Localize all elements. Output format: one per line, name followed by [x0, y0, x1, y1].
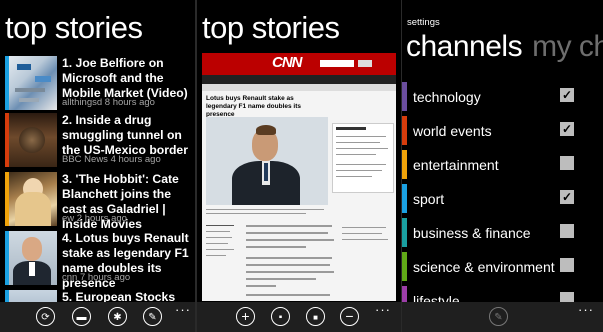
site-logo: CNN	[272, 54, 302, 71]
channel-checkbox[interactable]	[560, 156, 574, 170]
app-bar: ⟳ ▬ ✱ ✎ ···	[0, 302, 195, 332]
related-box	[332, 123, 394, 193]
pivot-my-channels[interactable]: my ch	[532, 30, 603, 63]
channel-label: technology	[413, 89, 481, 105]
article-sidebar-links	[206, 225, 240, 295]
channel-checkbox[interactable]: ✓	[560, 122, 574, 136]
story-accent	[5, 231, 9, 285]
story-item[interactable]: 2. Inside a drug smuggling tunnel on the…	[5, 113, 195, 169]
refresh-icon[interactable]: ⟳	[36, 307, 55, 326]
channel-label: sport	[413, 191, 445, 207]
story-item[interactable]: 1. Joe Belfiore on Microsoft and the Mob…	[5, 56, 195, 112]
channel-row[interactable]: science & environment	[402, 252, 603, 286]
folder-icon[interactable]: ▬	[72, 307, 91, 326]
top-stories-panel: top stories 1. Joe Belfiore on Microsoft…	[0, 0, 195, 332]
channel-label: business & finance	[413, 225, 531, 241]
app-bar: ✎ ···	[402, 302, 603, 332]
settings-panel: settings channels my ch technology ✓ worl…	[402, 0, 603, 332]
story-item[interactable]: 4. Lotus buys Renault stake as legendary…	[5, 231, 195, 290]
article-body	[246, 223, 336, 301]
pivot-header: channels my ch	[406, 32, 603, 62]
stop-icon[interactable]: ■	[306, 307, 325, 326]
story-item[interactable]: 3. 'The Hobbit': Cate Blanchett joins th…	[5, 172, 195, 231]
article-headline: Lotus buys Renault stake as legendary F1…	[206, 95, 301, 118]
zoom-in-icon[interactable]: +	[236, 307, 255, 326]
story-thumbnail	[5, 113, 57, 167]
channel-row[interactable]: business & finance	[402, 218, 603, 252]
channel-label: science & environment	[413, 259, 555, 275]
channel-checkbox[interactable]	[560, 224, 574, 238]
story-headline: 1. Joe Belfiore on Microsoft and the Mob…	[62, 56, 188, 100]
article-photo	[206, 117, 328, 205]
channel-color	[402, 116, 407, 145]
channel-color	[402, 150, 407, 179]
site-subnav	[202, 84, 396, 91]
channel-color	[402, 218, 407, 247]
ad-area	[342, 227, 392, 267]
story-source: ew 2 hours ago	[62, 213, 127, 224]
channel-row[interactable]: technology ✓	[402, 82, 603, 116]
settings-label: settings	[407, 17, 440, 28]
story-thumbnail	[5, 56, 57, 110]
story-headline: 2. Inside a drug smuggling tunnel on the…	[62, 113, 188, 157]
article-panel: top stories CNN Lotus buys Renault stake…	[197, 0, 401, 332]
pivot-channels[interactable]: channels	[406, 30, 523, 63]
story-accent	[5, 56, 9, 110]
page-title: top stories	[202, 10, 340, 45]
story-source: BBC News 4 hours ago	[62, 154, 161, 165]
channel-checkbox[interactable]: ✓	[560, 88, 574, 102]
story-accent	[5, 172, 9, 226]
edit-icon[interactable]: ✎	[489, 307, 508, 326]
app-bar: + ▪ ■ − ···	[197, 302, 401, 332]
story-source: allthingsd 8 hours ago	[62, 97, 155, 108]
article-webpage[interactable]: CNN Lotus buys Renault stake as legendar…	[202, 53, 396, 301]
channel-row[interactable]: entertainment	[402, 150, 603, 184]
save-icon[interactable]: ▪	[271, 307, 290, 326]
channel-checkbox[interactable]: ✓	[560, 190, 574, 204]
channel-color	[402, 82, 407, 111]
story-accent	[5, 113, 9, 167]
channel-label: entertainment	[413, 157, 499, 173]
channel-color	[402, 252, 407, 281]
channel-row[interactable]: world events ✓	[402, 116, 603, 150]
settings-icon[interactable]: ✱	[108, 307, 127, 326]
photo-caption	[206, 207, 326, 219]
channel-label: world events	[413, 123, 492, 139]
channel-row[interactable]: sport ✓	[402, 184, 603, 218]
edit-icon[interactable]: ✎	[143, 307, 162, 326]
story-thumbnail	[5, 172, 57, 226]
channel-checkbox[interactable]	[560, 258, 574, 272]
more-menu-icon[interactable]: ···	[578, 302, 594, 317]
page-title: top stories	[5, 10, 143, 45]
zoom-out-icon[interactable]: −	[340, 307, 359, 326]
more-menu-icon[interactable]: ···	[375, 302, 391, 317]
channel-color	[402, 184, 407, 213]
more-menu-icon[interactable]: ···	[175, 302, 191, 317]
story-thumbnail	[5, 231, 57, 285]
site-nav	[202, 75, 396, 84]
site-header: CNN	[202, 53, 396, 75]
story-source: cnn 7 hours ago	[62, 272, 131, 283]
